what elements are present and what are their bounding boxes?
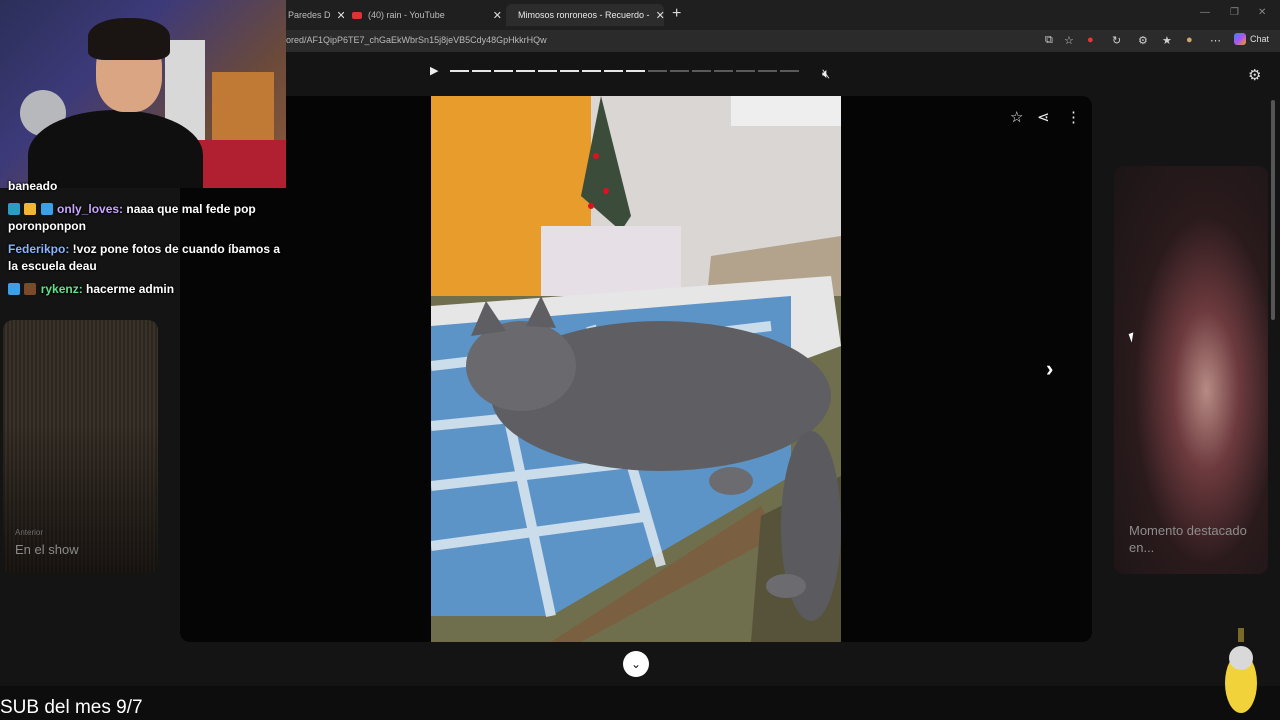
chat-message: baneado <box>0 178 300 195</box>
chat-message: rykenz: hacerme admin <box>0 281 300 298</box>
chat-username: Federikpo: <box>8 242 70 256</box>
chat-badge-icon <box>8 283 20 295</box>
chevron-right-icon[interactable]: › <box>1046 356 1053 382</box>
banana-cat-icon <box>1225 628 1257 713</box>
play-icon[interactable]: ▶ <box>430 64 438 77</box>
progress-segment <box>626 69 646 72</box>
favorites-bar-icon[interactable]: ★ <box>1162 34 1172 47</box>
chat-username: only_loves: <box>57 202 124 216</box>
sub-of-month-text: SUB del mes 9/7 <box>0 697 143 718</box>
tab-view-icon[interactable]: ⧉ <box>1045 34 1053 47</box>
favorite-icon[interactable]: ☆ <box>1064 34 1074 47</box>
chevron-down-icon[interactable]: ⌄ <box>623 651 649 677</box>
more-icon[interactable]: ⋮ <box>1066 108 1081 126</box>
youtube-icon <box>352 11 362 19</box>
progress-segment <box>780 69 800 72</box>
progress-segment <box>494 69 514 72</box>
tab-label: (40) rain - YouTube <box>368 10 445 20</box>
webcam-overlay <box>0 0 286 188</box>
tab-label: Mimosos ronroneos - Recuerdo - <box>518 10 650 20</box>
tab-photos[interactable]: Mimosos ronroneos - Recuerdo - ✕ <box>506 4 664 26</box>
progress-segment <box>670 69 690 72</box>
progress-segment <box>692 69 712 72</box>
settings-icon[interactable]: ⚙ <box>1248 66 1261 84</box>
stream-bottom-bar <box>0 686 1280 720</box>
share-icon[interactable]: ⋖ <box>1037 108 1050 126</box>
extension-icon[interactable]: ↻ <box>1112 34 1121 47</box>
screen: Paredes D ✕ (40) rain - YouTube ✕ Mimoso… <box>0 0 1280 720</box>
chat-label: Chat <box>1250 34 1270 44</box>
copilot-icon <box>1234 33 1246 45</box>
profile-avatar-icon[interactable]: ● <box>1186 34 1193 46</box>
memory-photo[interactable] <box>431 96 841 642</box>
progress-segment <box>560 69 580 72</box>
progress-segment <box>648 69 668 72</box>
previous-card-title: En el show <box>15 542 79 557</box>
progress-segment <box>736 69 756 72</box>
progress-segment <box>604 69 624 72</box>
close-icon[interactable]: ✕ <box>493 9 502 22</box>
scrollbar[interactable] <box>1271 100 1275 320</box>
close-icon[interactable]: ✕ <box>337 9 344 22</box>
previous-card-subtitle: Anterior <box>15 528 44 537</box>
chat-message: Federikpo: !voz pone fotos de cuando íba… <box>0 241 300 275</box>
progress-segment <box>516 69 536 72</box>
progress-segment <box>538 69 558 72</box>
tab-youtube[interactable]: (40) rain - YouTube ✕ <box>352 4 502 26</box>
webcam-person-hair <box>88 18 170 60</box>
stream-chat: baneado only_loves: naaa que mal fede po… <box>0 178 300 304</box>
maximize-icon[interactable]: ❐ <box>1230 7 1239 18</box>
progress-segment <box>714 69 734 72</box>
next-card-title: Momento destacado en... <box>1129 523 1247 555</box>
cat-photo-illustration <box>431 96 841 642</box>
chat-text: hacerme admin <box>82 282 175 296</box>
chat-text: baneado <box>8 179 58 193</box>
window-close-icon[interactable]: ✕ <box>1258 7 1266 18</box>
progress-segment <box>472 69 492 72</box>
new-tab-icon[interactable]: + <box>672 5 681 23</box>
progress-segment <box>450 69 470 72</box>
chat-message: only_loves: naaa que mal fede pop poronp… <box>0 201 300 235</box>
progress-segment <box>582 69 602 72</box>
chat-button[interactable]: Chat <box>1234 33 1269 45</box>
progress-track[interactable] <box>450 69 800 72</box>
tab-paredes[interactable]: Paredes D ✕ <box>288 4 344 26</box>
chat-badge-icon <box>24 203 37 215</box>
star-icon[interactable]: ☆ <box>1010 108 1023 126</box>
url-input[interactable]: ored/AF1QipP6TE7_chGaEkWbrSn15j8jeVB5Cdy… <box>286 35 547 45</box>
tab-label: Paredes D <box>288 10 331 20</box>
chat-badge-icon <box>24 283 37 295</box>
menu-icon[interactable]: ⋯ <box>1210 34 1221 47</box>
next-memory-card[interactable] <box>1114 166 1268 574</box>
extension-icon[interactable]: ⚙ <box>1138 34 1148 47</box>
slideshow-controls: ▶ <box>430 64 800 77</box>
close-icon[interactable]: ✕ <box>656 9 664 22</box>
chat-badge-icon <box>8 203 20 215</box>
chat-username: rykenz: <box>40 282 83 296</box>
chat-badge-icon <box>40 203 53 215</box>
minimize-icon[interactable]: — <box>1200 7 1210 18</box>
mute-icon[interactable]: 🔇︎ <box>822 66 830 82</box>
progress-segment <box>758 69 778 72</box>
webcam-curtain <box>212 72 274 142</box>
adblock-icon[interactable]: ● <box>1087 34 1094 46</box>
